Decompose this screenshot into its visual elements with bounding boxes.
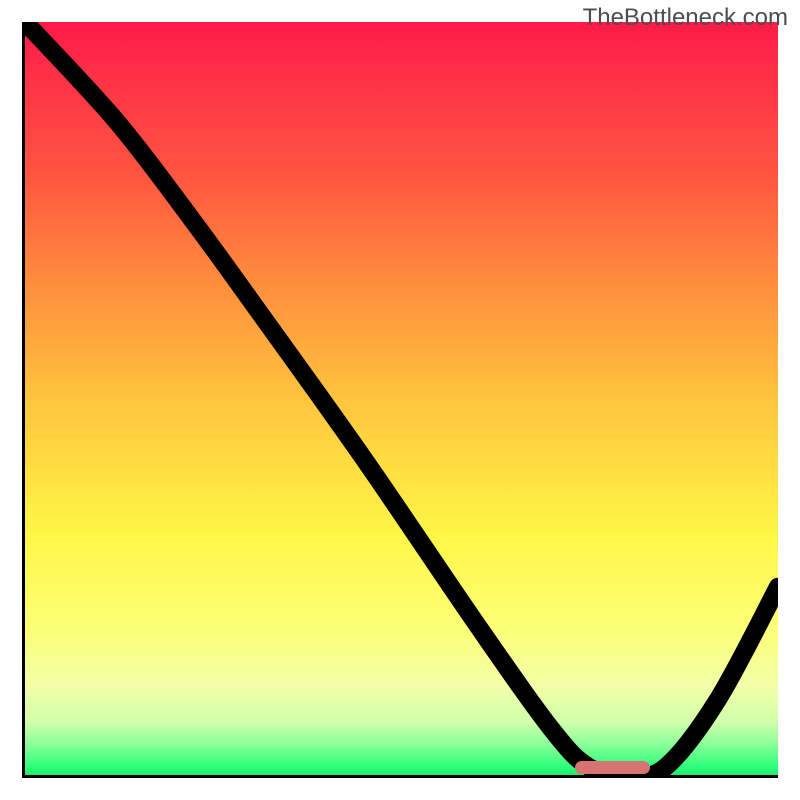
optimal-marker [575,761,650,774]
bottleneck-curve [25,22,778,775]
watermark: TheBottleneck.com [583,4,788,32]
bottleneck-curve-chart [25,22,778,775]
